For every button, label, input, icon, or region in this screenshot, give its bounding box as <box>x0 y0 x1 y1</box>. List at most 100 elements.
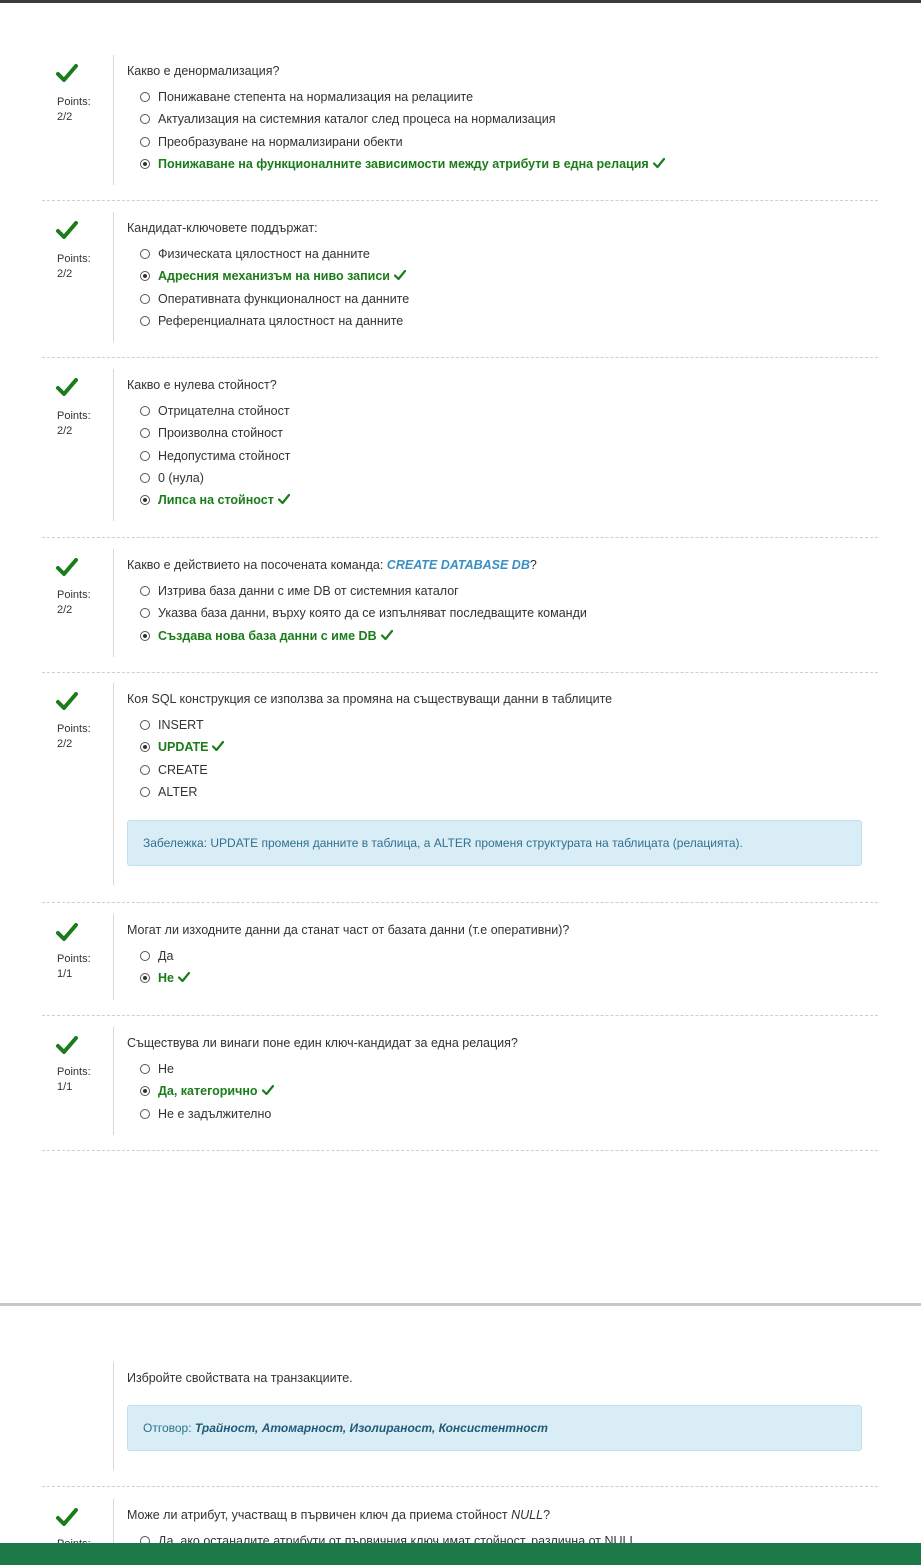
question-separator <box>42 200 878 201</box>
answer-option[interactable]: Отрицателна стойност <box>140 400 290 422</box>
answer-label: Понижаване степента на нормализация на р… <box>158 90 474 105</box>
answer-list: Понижаване степента на нормализация на р… <box>140 86 665 175</box>
answer-option[interactable]: Да <box>140 945 190 967</box>
answer-option[interactable]: 0 (нула) <box>140 467 290 489</box>
answer-label: Произволна стойност <box>158 426 283 441</box>
answer-label: Не <box>158 1062 174 1077</box>
radio-button[interactable] <box>140 271 150 282</box>
answer-option[interactable]: Не <box>140 1058 274 1080</box>
radio-button[interactable] <box>140 608 150 619</box>
answer-list: Физическата цялостност на данните Адресни… <box>140 243 409 332</box>
radio-button[interactable] <box>140 495 150 506</box>
answer-option[interactable]: Референциалната цялостност на данните <box>140 310 409 332</box>
radio-button[interactable] <box>140 428 150 439</box>
question-text: Какво е денормализация? <box>127 64 280 78</box>
radio-button[interactable] <box>140 630 150 641</box>
answer-label: ALTER <box>158 785 198 800</box>
divider-line <box>113 683 114 885</box>
answer-label: INSERT <box>158 718 204 733</box>
divider-line <box>113 1027 114 1135</box>
radio-button[interactable] <box>140 1064 150 1075</box>
answer-option[interactable]: Понижаване степента на нормализация на р… <box>140 86 665 108</box>
radio-button[interactable] <box>140 473 150 484</box>
radio-button[interactable] <box>140 973 150 984</box>
points: Points: 2/2 <box>57 589 91 616</box>
answer-list: Отрицателна стойност Произволна стойност Н… <box>140 400 290 511</box>
answer-label: Липса на стойност <box>158 493 274 508</box>
radio-button[interactable] <box>140 92 150 103</box>
answer-label: CREATE <box>158 762 208 777</box>
divider-line <box>113 549 114 657</box>
answer-option[interactable]: Указва база данни, върху която да се изп… <box>140 602 587 624</box>
question-text: Може ли атрибут, участващ в първичен клю… <box>127 1508 551 1522</box>
points: Points: 1/1 <box>57 953 91 980</box>
radio-button[interactable] <box>140 742 150 753</box>
answer-option[interactable]: Не е задължително <box>140 1103 274 1125</box>
checkmark-icon <box>212 740 225 754</box>
answer-label: Преобразуване на нормализирани обекти <box>158 134 403 149</box>
answer-label: 0 (нула) <box>158 471 204 486</box>
question-text: Избройте свойствата на транзакциите. <box>127 1371 353 1385</box>
answer-option[interactable]: Не <box>140 967 191 989</box>
answer-option[interactable]: Изтрива база данни с име DB от системния… <box>140 580 587 602</box>
answer-label: Физическата цялостност на данните <box>158 247 370 262</box>
checkmark-icon <box>56 1508 78 1526</box>
question-separator <box>42 672 878 673</box>
radio-button[interactable] <box>140 764 150 775</box>
radio-button[interactable] <box>140 316 150 327</box>
answer-option[interactable]: CREATE <box>140 759 224 781</box>
checkmark-icon <box>652 157 665 171</box>
answer-option[interactable]: Недопустима стойност <box>140 445 290 467</box>
answer-option[interactable]: Произволна стойност <box>140 422 290 444</box>
answer-list: Изтрива база данни с име DB от системния… <box>140 580 587 647</box>
question-text: Съществува ли винаги поне един ключ-канд… <box>127 1036 518 1050</box>
radio-button[interactable] <box>140 406 150 417</box>
answer-option[interactable]: ALTER <box>140 781 224 803</box>
radio-button[interactable] <box>140 159 150 170</box>
radio-button[interactable] <box>140 1086 150 1097</box>
points: Points: 2/2 <box>57 410 91 437</box>
answer-label: Отрицателна стойност <box>158 404 290 419</box>
checkmark-icon <box>177 971 191 985</box>
answer-option[interactable]: UPDATE <box>140 736 225 758</box>
question-text: Какво е нулева стойност? <box>127 378 277 392</box>
question-separator <box>42 537 878 538</box>
answer-label: Недопустима стойност <box>158 448 291 463</box>
checkmark-icon <box>56 692 78 710</box>
answer-option[interactable]: Преобразуване на нормализирани обекти <box>140 131 665 153</box>
answer-option[interactable]: Липса на стойност <box>140 489 290 511</box>
answer-label: Указва база данни, върху която да се изп… <box>158 606 587 621</box>
divider-line <box>113 212 114 342</box>
radio-button[interactable] <box>140 1108 150 1119</box>
divider-line <box>113 1362 114 1470</box>
radio-button[interactable] <box>140 586 150 597</box>
answer-label: Създава нова база данни с име DB <box>158 628 377 643</box>
note-box: Забележка: UPDATE променя данните в табл… <box>127 820 862 866</box>
radio-button[interactable] <box>140 293 150 304</box>
answer-label: Не <box>158 971 174 986</box>
radio-button[interactable] <box>140 450 150 461</box>
question-separator <box>42 1486 878 1487</box>
answer-option[interactable]: INSERT <box>140 714 224 736</box>
question-text: Могат ли изходните данни да станат част … <box>127 923 570 937</box>
answer-option[interactable]: Физическата цялостност на данните <box>140 243 409 265</box>
radio-button[interactable] <box>140 136 150 147</box>
checkmark-icon <box>56 221 78 239</box>
radio-button[interactable] <box>140 114 150 125</box>
answer-option[interactable]: Оперативната функционалност на данните <box>140 288 409 310</box>
radio-button[interactable] <box>140 249 150 260</box>
question-separator <box>42 357 878 358</box>
checkmark-icon <box>56 558 78 576</box>
answer-option[interactable]: Създава нова база данни с име DB <box>140 625 587 647</box>
answer-option[interactable]: Адресния механизъм на ниво записи <box>140 265 409 287</box>
answer-option[interactable]: Актуализация на системния каталог след п… <box>140 108 665 130</box>
answer-option[interactable]: Понижаване на функционалните зависимости… <box>140 153 665 175</box>
answer-label: Референциалната цялостност на данните <box>158 314 404 329</box>
answer-option[interactable]: Да, категорично <box>140 1080 274 1102</box>
answer-label: Изтрива база данни с име DB от системния… <box>158 584 459 599</box>
question-separator <box>42 1015 878 1016</box>
radio-button[interactable] <box>140 720 150 731</box>
answer-label: Оперативната функционалност на данните <box>158 291 410 306</box>
radio-button[interactable] <box>140 787 150 798</box>
radio-button[interactable] <box>140 951 150 962</box>
